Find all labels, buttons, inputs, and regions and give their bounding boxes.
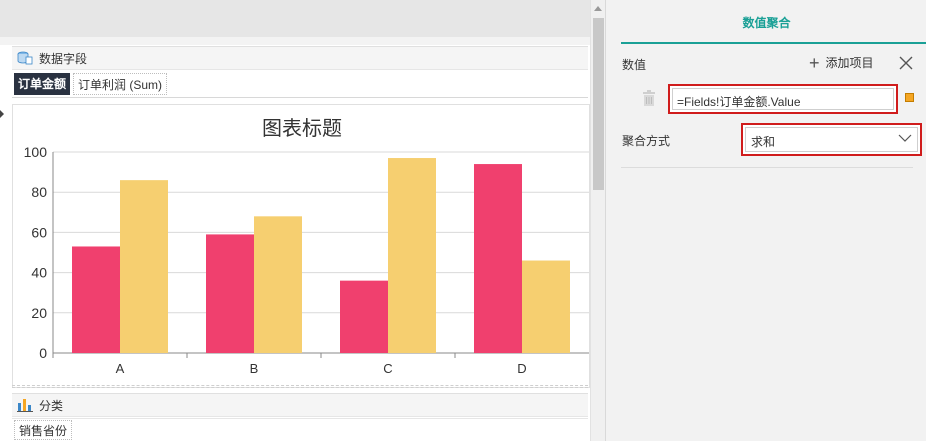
- bar-chart: 图表标题 0 20 40 60 80 100 A B C D: [24, 117, 589, 376]
- bar-A-series-1: [72, 246, 120, 353]
- bar-D-series-1: [474, 164, 522, 353]
- category-field-tag-province[interactable]: 销售省份: [14, 420, 73, 440]
- value-fields-list: 订单金额 订单利润 (Sum): [12, 71, 588, 98]
- expression-options-icon[interactable]: [905, 93, 914, 102]
- chevron-down-icon: [898, 134, 912, 142]
- value-expression-text: =Fields!订单金额.Value: [677, 95, 801, 109]
- y-tick-label: 60: [31, 224, 47, 240]
- add-item-label: 添加项目: [825, 56, 874, 70]
- y-tick-label: 20: [31, 305, 47, 321]
- y-tick-label: 100: [24, 144, 48, 160]
- x-tick-label: A: [116, 361, 125, 376]
- trash-icon[interactable]: [642, 90, 656, 106]
- value-expression-input[interactable]: =Fields!订单金额.Value: [668, 84, 898, 114]
- active-tab-underline: [621, 42, 926, 44]
- data-fields-zone-label: 数据字段: [39, 51, 88, 66]
- bar-chart-icon: [16, 397, 34, 413]
- aggregation-select[interactable]: 求和: [741, 123, 922, 156]
- scroll-up-arrow-icon[interactable]: [594, 6, 602, 11]
- data-fields-zone-header: 数据字段: [12, 46, 588, 70]
- chart-preview[interactable]: 图表标题 0 20 40 60 80 100 A B C D: [12, 104, 590, 388]
- aggregation-selected-value: 求和: [751, 135, 776, 149]
- scrollbar-thumb[interactable]: [593, 18, 604, 190]
- bar-A-series-2: [120, 180, 168, 353]
- collapse-arrow-icon[interactable]: [0, 110, 6, 118]
- tab-value-aggregation[interactable]: 数值聚合: [606, 0, 926, 44]
- y-tick-label: 80: [31, 184, 47, 200]
- category-zone-header: 分类: [12, 393, 588, 417]
- bar-B-series-1: [206, 234, 254, 353]
- aggregation-label: 聚合方式: [622, 134, 671, 148]
- plus-icon: +: [809, 52, 820, 73]
- category-fields-list: 销售省份: [12, 418, 588, 441]
- add-item-button[interactable]: + 添加项目: [809, 52, 874, 73]
- value-field-tag-order-amount[interactable]: 订单金额: [14, 73, 71, 95]
- x-tick-label: C: [383, 361, 392, 376]
- value-section-label: 数值: [622, 58, 647, 72]
- bar-D-series-2: [522, 260, 570, 353]
- design-canvas: 数据字段 订单金额 订单利润 (Sum) 图表标题 0 20 40 60 80 100 A B C…: [0, 0, 605, 441]
- value-field-tag-order-profit[interactable]: 订单利润 (Sum): [73, 73, 168, 95]
- properties-panel: 数值聚合 数值 + 添加项目 =Fields!订单金额.Value 聚合方式 求…: [605, 0, 926, 441]
- y-tick-label: 0: [39, 345, 47, 361]
- section-divider: [621, 167, 913, 168]
- bar-C-series-1: [340, 280, 388, 353]
- close-icon[interactable]: [898, 55, 914, 71]
- x-tick-label: D: [517, 361, 526, 376]
- database-icon: [16, 50, 34, 66]
- canvas-top-strip: [0, 0, 590, 37]
- bar-B-series-2: [254, 216, 302, 353]
- category-zone-label: 分类: [39, 398, 64, 413]
- y-tick-label: 40: [31, 265, 47, 281]
- canvas-top-divider: [0, 37, 590, 45]
- chart-bottom-border: [12, 385, 588, 388]
- x-tick-label: B: [250, 361, 259, 376]
- bar-C-series-2: [388, 158, 436, 353]
- vertical-scrollbar[interactable]: [590, 0, 605, 441]
- chart-title: 图表标题: [262, 117, 342, 140]
